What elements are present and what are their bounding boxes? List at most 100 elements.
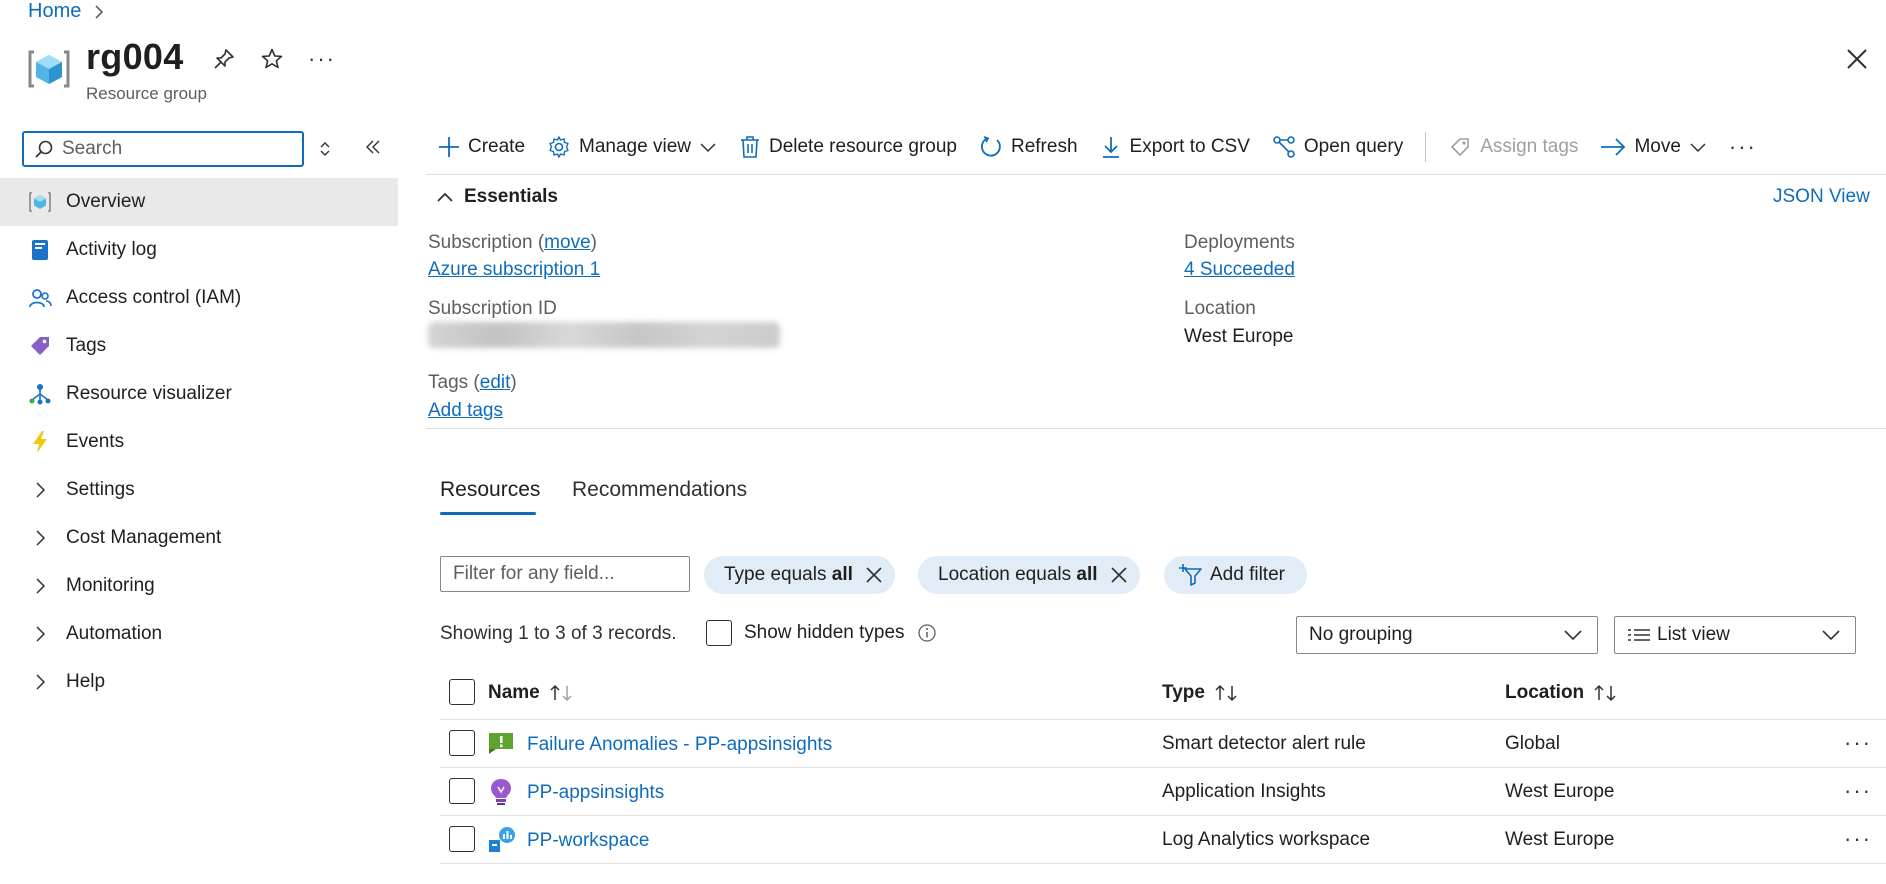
add-filter-button[interactable]: Add filter	[1164, 556, 1307, 594]
resource-type: Smart detector alert rule	[1162, 733, 1366, 754]
header-actions: ···	[212, 46, 336, 72]
sidebar-item-help[interactable]: Help	[0, 658, 398, 706]
sidebar-search[interactable]	[22, 131, 304, 167]
close-icon[interactable]	[1846, 48, 1868, 70]
collapse-sidebar-icon[interactable]	[364, 138, 382, 156]
sidebar-item-settings[interactable]: Settings	[0, 466, 398, 514]
deployments-link[interactable]: 4 Succeeded	[1184, 259, 1295, 281]
close-icon[interactable]	[1110, 566, 1128, 584]
open-query-button[interactable]: Open query	[1272, 135, 1403, 159]
json-view-link[interactable]: JSON View	[1773, 186, 1870, 208]
pin-icon[interactable]	[212, 47, 236, 71]
row-more-icon[interactable]: ···	[1844, 730, 1872, 756]
column-header-label: Location	[1505, 682, 1585, 703]
star-icon[interactable]	[260, 47, 284, 71]
tab-resources[interactable]: Resources	[440, 478, 540, 502]
sidebar-item-events[interactable]: Events	[0, 418, 398, 466]
sidebar-item-tags[interactable]: Tags	[0, 322, 398, 370]
checkbox[interactable]	[449, 826, 475, 852]
select-all-checkbox[interactable]	[449, 679, 475, 705]
alert-rule-icon	[488, 732, 514, 754]
trash-icon	[739, 135, 761, 159]
sidebar-item-resource-visualizer[interactable]: Resource visualizer	[0, 370, 398, 418]
refresh-icon	[979, 135, 1003, 159]
resource-link[interactable]: Failure Anomalies - PP-appsinsights	[527, 734, 832, 756]
checkbox[interactable]	[449, 778, 475, 804]
sidebar-item-label: Events	[66, 431, 125, 452]
sort-icon	[1592, 683, 1618, 703]
resource-link[interactable]: PP-appsinsights	[527, 782, 664, 804]
create-button[interactable]: Create	[438, 136, 525, 158]
row-checkbox[interactable]	[449, 826, 475, 852]
column-header-name[interactable]: Name	[488, 682, 574, 704]
show-hidden-checkbox[interactable]	[706, 620, 732, 646]
row-more-icon[interactable]: ···	[1844, 826, 1872, 852]
location-label: Location	[1184, 298, 1256, 319]
resource-location: West Europe	[1505, 829, 1615, 850]
sidebar-item-activity-log[interactable]: Activity log	[0, 226, 398, 274]
tab-active-indicator	[440, 512, 536, 515]
type-filter-pill[interactable]: Type equals all	[704, 556, 895, 594]
move-subscription-link[interactable]: move	[544, 232, 590, 253]
toolbar-more-icon[interactable]: ···	[1729, 134, 1757, 160]
row-checkbox[interactable]	[449, 730, 475, 756]
subscription-link[interactable]: Azure subscription 1	[428, 259, 600, 281]
visualizer-icon	[28, 382, 52, 406]
sidebar-item-label: Resource visualizer	[66, 383, 232, 404]
assign-tags-button[interactable]: Assign tags	[1448, 135, 1578, 159]
resource-link[interactable]: PP-workspace	[527, 830, 650, 852]
subscription-id-label: Subscription ID	[428, 298, 557, 319]
location-filter-pill[interactable]: Location equals all	[918, 556, 1140, 594]
query-icon	[1272, 135, 1296, 159]
filter-input[interactable]	[440, 556, 690, 592]
deployments-label: Deployments	[1184, 232, 1295, 253]
checkbox[interactable]	[449, 730, 475, 756]
delete-resource-group-button[interactable]: Delete resource group	[739, 135, 957, 159]
move-button[interactable]: Move	[1600, 136, 1706, 158]
export-label: Export to CSV	[1129, 136, 1250, 157]
tab-recommendations[interactable]: Recommendations	[572, 478, 747, 502]
close-icon[interactable]	[865, 566, 883, 584]
arrow-right-icon	[1600, 137, 1626, 157]
subscription-label-text: Subscription	[428, 232, 533, 253]
essentials-toggle[interactable]: Essentials	[436, 186, 558, 208]
sidebar-item-automation[interactable]: Automation	[0, 610, 398, 658]
subscription-id-value-redacted	[428, 322, 780, 348]
more-options-icon[interactable]: ···	[308, 46, 336, 72]
refresh-button[interactable]: Refresh	[979, 135, 1078, 159]
chevron-down-icon	[1821, 629, 1841, 641]
checkbox[interactable]	[449, 679, 475, 705]
subscription-label: Subscription (move)	[428, 232, 597, 253]
chevron-right-icon	[28, 478, 52, 502]
chevron-right-icon	[28, 574, 52, 598]
edit-tags-link[interactable]: edit	[480, 372, 511, 393]
view-value: List view	[1657, 624, 1730, 645]
show-hidden-types[interactable]: Show hidden types	[706, 620, 937, 646]
refresh-label: Refresh	[1010, 136, 1078, 157]
add-tags-link[interactable]: Add tags	[428, 400, 503, 422]
view-dropdown[interactable]: List view	[1614, 616, 1856, 654]
essentials-title: Essentials	[464, 186, 558, 207]
sidebar-item-cost-management[interactable]: Cost Management	[0, 514, 398, 562]
row-checkbox[interactable]	[449, 778, 475, 804]
sort-icon	[1213, 683, 1239, 703]
sort-toggle-icon[interactable]	[318, 140, 332, 158]
delete-label: Delete resource group	[768, 136, 957, 157]
sidebar-item-label: Automation	[66, 623, 163, 644]
manage-view-button[interactable]: Manage view	[547, 135, 717, 159]
row-more-icon[interactable]: ···	[1844, 778, 1872, 804]
export-csv-button[interactable]: Export to CSV	[1100, 135, 1250, 159]
column-header-type[interactable]: Type	[1162, 682, 1239, 704]
essentials-divider	[426, 428, 1886, 429]
info-icon[interactable]	[917, 623, 937, 643]
search-input[interactable]	[62, 138, 282, 160]
grouping-dropdown[interactable]: No grouping	[1296, 616, 1598, 654]
column-header-location[interactable]: Location	[1505, 682, 1618, 704]
breadcrumb-home-link[interactable]: Home	[28, 0, 81, 23]
sidebar-item-monitoring[interactable]: Monitoring	[0, 562, 398, 610]
page-title: rg004	[86, 36, 184, 77]
sidebar-item-overview[interactable]: Overview	[0, 178, 398, 226]
tag-icon	[28, 334, 52, 358]
lightning-icon	[28, 430, 52, 454]
sidebar-item-iam[interactable]: Access control (IAM)	[0, 274, 398, 322]
